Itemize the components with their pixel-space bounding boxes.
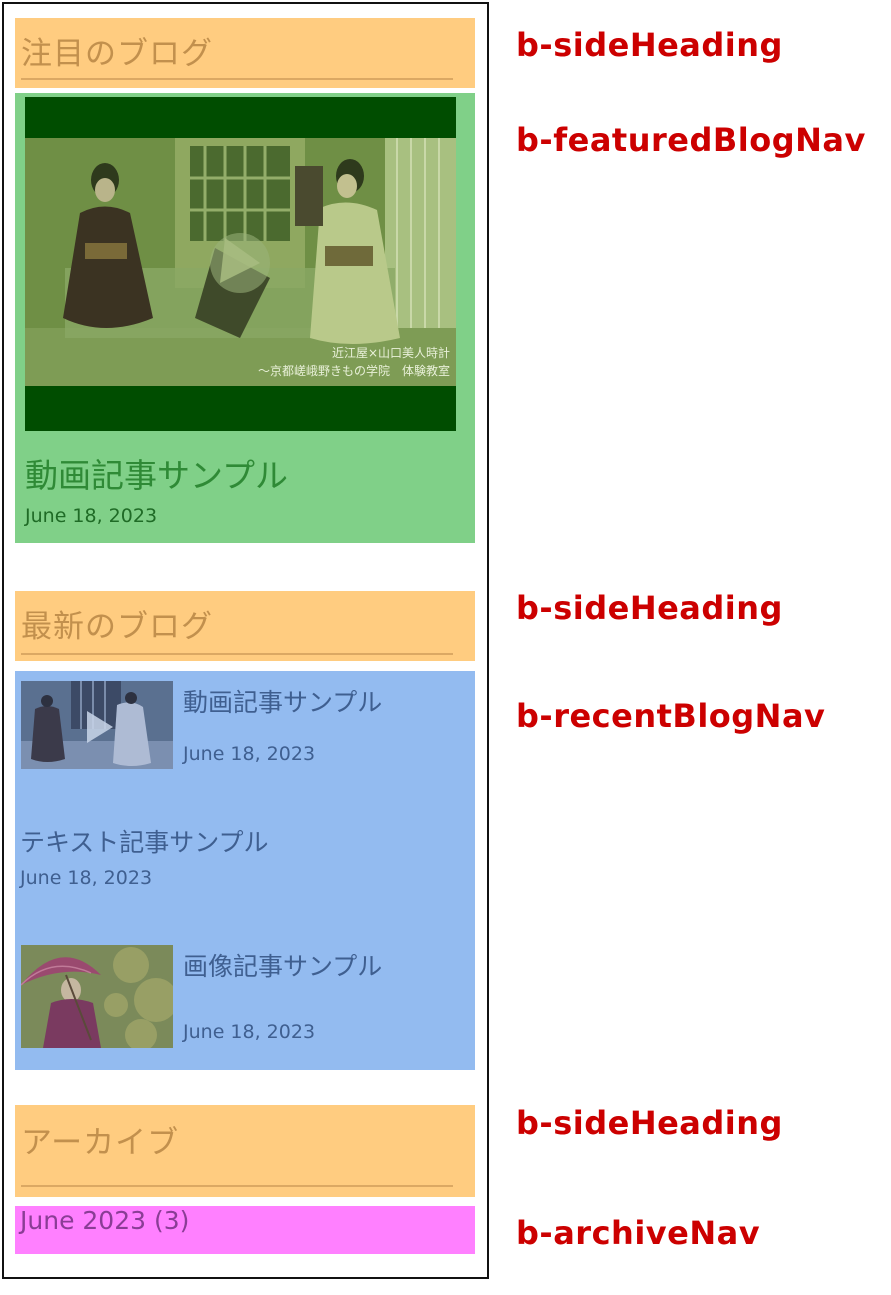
annotation-archive-nav: b-archiveNav [516,1214,761,1252]
recent-item-1-thumbnail[interactable] [21,681,173,769]
video-thumbnail-image [21,681,173,769]
side-heading-featured-text: 注目のブログ [21,36,213,72]
recent-item-2-title[interactable]: テキスト記事サンプル [20,823,269,859]
recent-item-1-title[interactable]: 動画記事サンプル [183,683,382,719]
annotation-recent-blog-nav: b-recentBlogNav [516,697,826,735]
video-scene-image: 近江屋×山口美人時計 〜京都嵯峨野きもの学院 体験教室 [25,138,456,386]
video-caption-line-1: 近江屋×山口美人時計 [331,346,450,360]
side-heading-archive: アーカイブ [15,1105,475,1197]
recent-item-1-date: June 18, 2023 [183,743,316,765]
annotation-featured-blog-nav: b-featuredBlogNav [516,121,866,159]
parasol-photo-image [21,945,173,1048]
recent-item-3-date: June 18, 2023 [183,1021,316,1043]
recent-item-3-title[interactable]: 画像記事サンプル [183,947,382,983]
recent-item-3-thumbnail[interactable] [21,945,173,1048]
archive-item-june-2023[interactable]: June 2023 (3) [20,1206,189,1235]
side-heading-recent-text: 最新のブログ [21,609,213,645]
side-heading-rule [21,653,453,655]
archive-nav: June 2023 (3) [15,1206,475,1254]
side-heading-featured: 注目のブログ [15,18,475,88]
recent-blog-nav: 動画記事サンプル June 18, 2023 テキスト記事サンプル June 1… [15,671,475,1070]
recent-item-2-date: June 18, 2023 [20,867,153,889]
featured-video-thumbnail[interactable]: 近江屋×山口美人時計 〜京都嵯峨野きもの学院 体験教室 [25,97,456,431]
side-heading-rule [21,78,453,80]
video-caption-line-2: 〜京都嵯峨野きもの学院 体験教室 [257,364,450,378]
featured-post-title[interactable]: 動画記事サンプル [25,449,288,497]
annotation-side-heading-1: b-sideHeading [516,26,783,64]
side-heading-rule [21,1185,453,1187]
featured-post-date: June 18, 2023 [25,505,158,527]
side-heading-recent: 最新のブログ [15,591,475,661]
annotation-side-heading-3: b-sideHeading [516,1104,783,1142]
annotation-side-heading-2: b-sideHeading [516,589,783,627]
featured-blog-nav: 近江屋×山口美人時計 〜京都嵯峨野きもの学院 体験教室 動画記事サンプル Jun… [15,93,475,543]
side-heading-archive-text: アーカイブ [21,1125,180,1161]
